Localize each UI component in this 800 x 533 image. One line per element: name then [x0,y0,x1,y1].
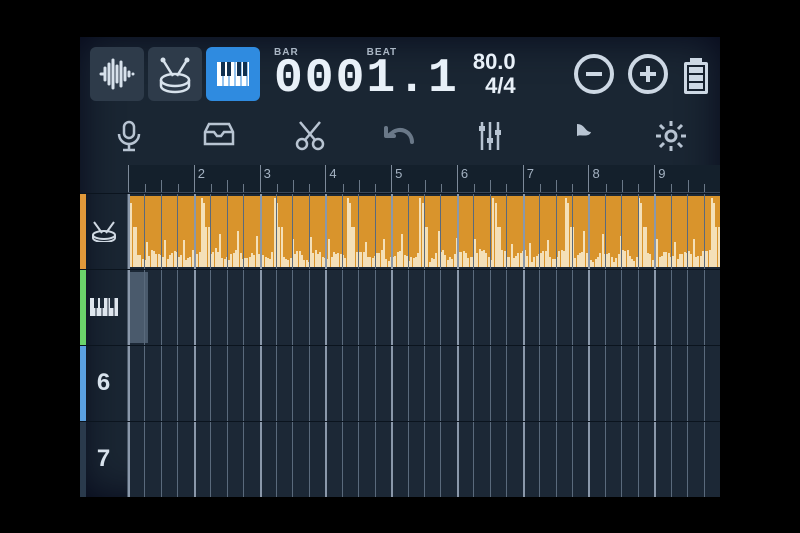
track-label: 6 [97,369,110,397]
undo-icon [382,118,418,154]
waveform-icon [97,54,137,94]
track-head-6[interactable]: 6 [80,346,128,421]
marker-button[interactable] [550,112,612,160]
app-screen: BAR BEAT 0001.1 80.0 4/4 [80,37,720,497]
track-6[interactable]: 6 [80,345,720,421]
track-body-drums[interactable] [128,194,720,269]
zoom-in-button[interactable] [628,54,668,94]
battery-icon [682,54,710,94]
tempo-value: 80.0 [473,50,516,73]
track-body-7[interactable] [128,422,720,497]
mic-icon [111,118,147,154]
tracks-area: 6 7 [80,193,720,497]
status-bar: BAR BEAT 0001.1 80.0 4/4 [80,37,720,107]
timeline-ruler[interactable]: 23456789 [128,165,720,193]
track-head-keys[interactable] [80,270,128,345]
inbox-icon [201,118,237,154]
piano-keys-icon [88,296,120,318]
position-counter: BAR BEAT 0001.1 [274,47,459,100]
track-keys[interactable] [80,269,720,345]
mode-audio-button[interactable] [90,47,144,101]
track-body-keys[interactable] [128,270,720,345]
settings-button[interactable] [640,112,702,160]
track-body-6[interactable] [128,346,720,421]
track-head-7[interactable]: 7 [80,422,128,497]
time-signature: 4/4 [485,74,516,97]
mode-drums-button[interactable] [148,47,202,101]
drums-icon [88,220,120,242]
record-mic-button[interactable] [98,112,160,160]
track-drums[interactable] [80,193,720,269]
toolbar [80,107,720,165]
undo-button[interactable] [369,112,431,160]
counter-value: 0001.1 [274,58,459,100]
mixer-button[interactable] [459,112,521,160]
tempo-box[interactable]: 80.0 4/4 [473,50,516,96]
drums-icon [155,54,195,94]
track-label: 7 [97,445,110,473]
plus-icon [637,63,659,85]
piano-keys-icon [213,54,253,94]
note-flag-icon [563,118,599,154]
cut-button[interactable] [279,112,341,160]
gear-icon [653,118,689,154]
sliders-icon [472,118,508,154]
scissors-icon [292,118,328,154]
mode-keys-button[interactable] [206,47,260,101]
track-head-drums[interactable] [80,194,128,269]
minus-icon [583,63,605,85]
zoom-out-button[interactable] [574,54,614,94]
track-7[interactable]: 7 [80,421,720,497]
library-button[interactable] [188,112,250,160]
